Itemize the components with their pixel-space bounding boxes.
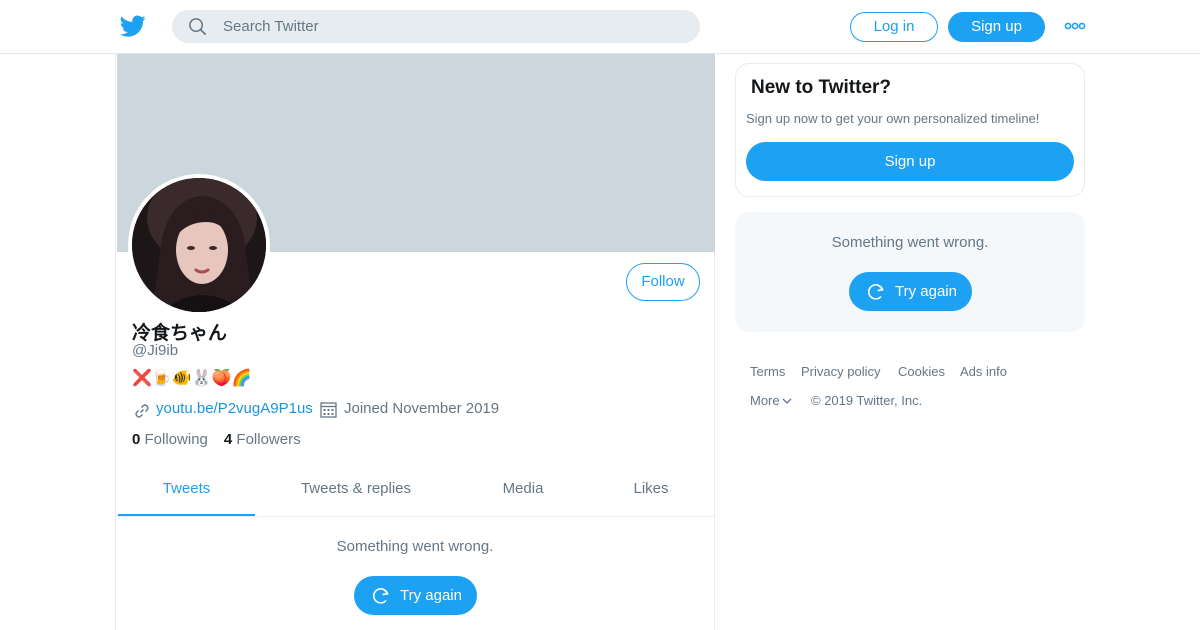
display-name: 冷食ちゃん (132, 323, 228, 344)
refresh-icon (372, 588, 389, 604)
signup-card-button[interactable]: Sign up (746, 142, 1074, 181)
search-input[interactable]: Search Twitter (172, 10, 700, 43)
avatar[interactable] (128, 174, 270, 316)
footer-link-cookies[interactable]: Cookies (898, 364, 945, 379)
avatar-portrait (132, 178, 266, 312)
search-icon (189, 18, 206, 35)
follow-button[interactable]: Follow (626, 263, 700, 301)
try-again-label: Try again (895, 283, 957, 300)
footer-link-ads-info[interactable]: Ads info (960, 364, 1007, 379)
timeline-error-text: Something went wrong. (336, 538, 494, 555)
tab-tweets-replies[interactable]: Tweets & replies (281, 464, 431, 516)
following-label: Following (144, 431, 208, 448)
signup-button[interactable]: Sign up (948, 12, 1045, 42)
chevron-down-icon (782, 398, 792, 404)
profile-column: Follow 冷食ちゃん @Ji9ib ❌🍺🐠🐰🍑🌈 youtu.be/P2vu… (115, 54, 715, 630)
signup-card: New to Twitter? Sign up now to get your … (735, 63, 1085, 197)
following-count: 0 (132, 431, 141, 448)
followers-label: Followers (236, 431, 301, 448)
profile-tabs: Tweets Tweets & replies Media Likes (117, 464, 715, 517)
joined-date: Joined November 2019 (344, 400, 500, 417)
sidebar-error-text: Something went wrong. (831, 234, 989, 251)
profile-bio: ❌🍺🐠🐰🍑🌈 (132, 370, 252, 387)
signup-card-text: Sign up now to get your own personalized… (746, 111, 1040, 126)
timeline-try-again-button[interactable]: Try again (354, 576, 477, 615)
search-placeholder: Search Twitter (223, 18, 319, 35)
tab-media[interactable]: Media (473, 464, 573, 516)
user-handle: @Ji9ib (132, 342, 179, 359)
avatar-image (132, 178, 266, 312)
twitter-bird-icon[interactable] (120, 13, 146, 39)
footer-link-privacy[interactable]: Privacy policy (801, 364, 880, 379)
calendar-icon (320, 402, 337, 418)
tab-likes[interactable]: Likes (611, 464, 691, 516)
login-button[interactable]: Log in (850, 12, 938, 42)
refresh-icon (867, 284, 884, 300)
try-again-label: Try again (400, 587, 462, 604)
following-link[interactable]: 0 Following (132, 431, 208, 448)
link-icon (135, 404, 149, 418)
sidebar-try-again-button[interactable]: Try again (849, 272, 972, 311)
footer-more-label: More (750, 393, 780, 408)
footer-more-button[interactable]: More (750, 393, 792, 408)
footer-link-terms[interactable]: Terms (750, 364, 785, 379)
footer-copyright: © 2019 Twitter, Inc. (811, 393, 923, 408)
top-nav: Search Twitter Log in Sign up (0, 0, 1200, 54)
followers-link[interactable]: 4 Followers (224, 431, 301, 448)
sidebar-error-card: Something went wrong. Try again (735, 212, 1085, 332)
more-dots-icon[interactable] (1064, 20, 1086, 32)
follow-stats: 0 Following 4 Followers (132, 431, 301, 448)
signup-card-title: New to Twitter? (751, 77, 892, 98)
tab-tweets[interactable]: Tweets (118, 464, 255, 516)
profile-link[interactable]: youtu.be/P2vugA9P1us (156, 400, 313, 417)
followers-count: 4 (223, 431, 233, 448)
